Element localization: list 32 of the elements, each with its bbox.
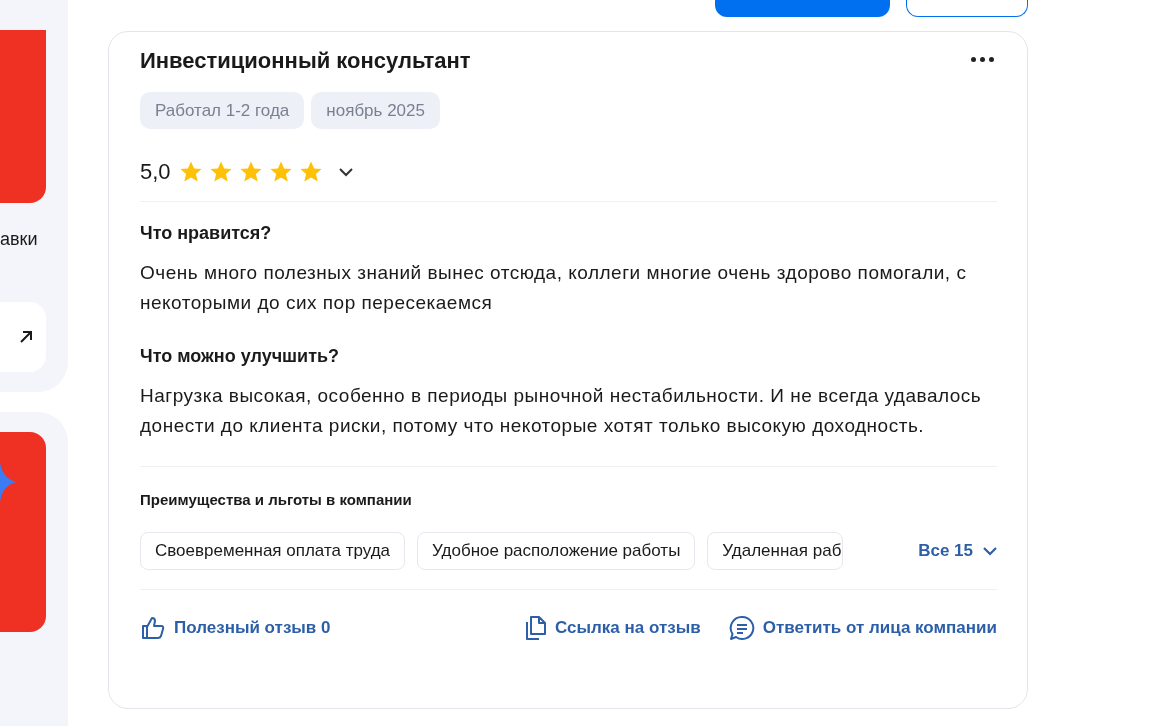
benefit-chip: Удаленная раб (707, 532, 844, 570)
arrow-icon (18, 329, 34, 345)
star-icon (298, 160, 323, 184)
star-icon (238, 160, 263, 184)
star-icon (208, 160, 233, 184)
review-text: Нагрузка высокая, особенно в периоды рыночной нестабильности. И не всегда удавалось донести до клиента риски, потому что некоторые хотят только высокую доходность. (140, 384, 983, 438)
review-text: Очень много полезных знаний вынес отсюда, коллеги многие очень здорово помогали, с некоторыми до сих пор пересекаемся (140, 261, 968, 315)
sparkle-icon (0, 462, 16, 502)
thumbs-up-icon (140, 615, 166, 641)
rating-value: 5,0 (140, 159, 171, 185)
star-icon (268, 160, 293, 184)
benefit-chip: Удобное расположение работы (417, 532, 696, 570)
primary-button[interactable] (715, 0, 890, 17)
helpful-button[interactable]: Полезный отзыв 0 (140, 615, 331, 641)
copy-link-button[interactable]: Ссылка на отзыв (523, 615, 701, 641)
show-all-link[interactable]: Все 15 (918, 541, 997, 561)
benefit-chip: Своевременная оплата труда (140, 532, 406, 570)
tag: ноябрь 2025 (311, 92, 440, 129)
promo-caption: авки (0, 229, 39, 250)
section-heading: Что нравится? (140, 222, 273, 244)
chevron-down-icon[interactable] (338, 167, 353, 177)
section-heading: Что можно улучшить? (140, 345, 341, 367)
review-title: Инвестиционный консультант (140, 47, 471, 75)
chat-icon (728, 615, 755, 641)
link-card[interactable] (0, 302, 46, 372)
benefits-heading: Преимущества и льготы в компании (140, 491, 413, 509)
chevron-down-icon (983, 546, 997, 556)
outline-button[interactable] (906, 0, 1028, 17)
copy-icon (523, 615, 548, 641)
reply-button[interactable]: Ответить от лица компании (728, 615, 997, 641)
tag: Работал 1-2 года (140, 92, 305, 129)
star-icon (178, 160, 203, 184)
